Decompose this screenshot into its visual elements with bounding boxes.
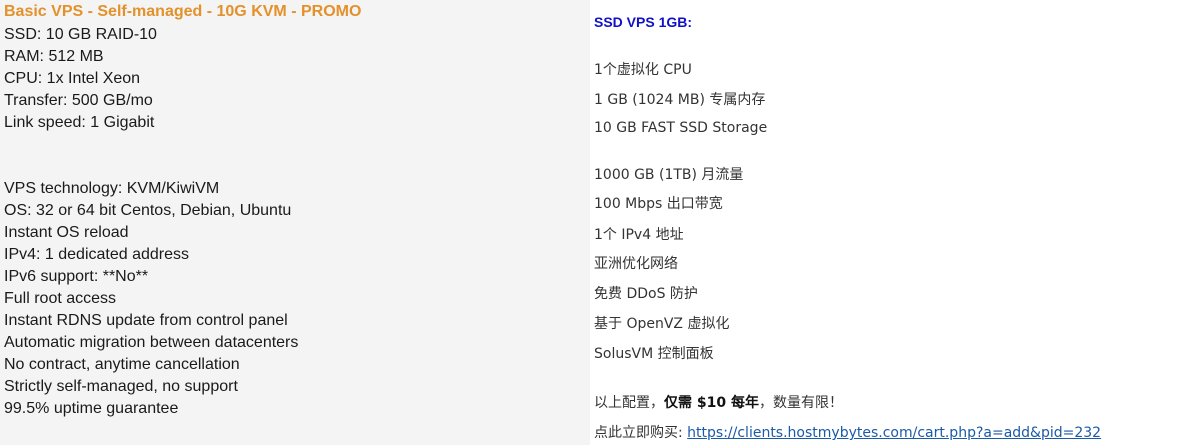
- feature-contract: No contract, anytime cancellation: [4, 356, 240, 373]
- feature-uptime: 99.5% uptime guarantee: [4, 400, 179, 417]
- promo-line: 以上配置，仅需 $10 每年，数量有限！: [594, 393, 843, 413]
- feature-os: OS: 32 or 64 bit Centos, Debian, Ubuntu: [4, 202, 292, 219]
- feature-migration: Automatic migration between datacenters: [4, 334, 299, 351]
- spec-ram-cn: 1 GB (1024 MB) 专属内存: [594, 92, 766, 108]
- right-panel: SSD VPS 1GB: 1个虚拟化 CPU 1 GB (1024 MB) 专属…: [590, 0, 1180, 445]
- buy-label: 点此立即购买:: [594, 425, 688, 441]
- plan-title-ssd-vps: SSD VPS 1GB:: [594, 14, 693, 30]
- feature-port-speed-cn: 100 Mbps 出口带宽: [594, 196, 723, 212]
- spec-storage-cn: 10 GB FAST SSD Storage: [594, 120, 768, 136]
- feature-bandwidth-cn: 1000 GB (1TB) 月流量: [594, 167, 744, 183]
- buy-link[interactable]: https://clients.hostmybytes.com/cart.php…: [687, 425, 1101, 441]
- promo-price: 仅需 $10 每年: [664, 395, 759, 411]
- spec-transfer: Transfer: 500 GB/mo: [4, 92, 153, 109]
- feature-openvz-cn: 基于 OpenVZ 虚拟化: [594, 316, 730, 332]
- feature-os-reload: Instant OS reload: [4, 224, 129, 241]
- plan-title-kiwivm: Basic VPS - Self-managed - 10G KVM - PRO…: [4, 3, 362, 20]
- feature-ipv6: IPv6 support: **No**: [4, 268, 149, 285]
- spec-cpu-cn: 1个虚拟化 CPU: [594, 62, 692, 78]
- buy-line: 点此立即购买: https://clients.hostmybytes.com/…: [594, 423, 1101, 443]
- promo-prefix: 以上配置，: [594, 395, 664, 411]
- promo-suffix: ，数量有限！: [758, 395, 843, 411]
- feature-ipv4: IPv4: 1 dedicated address: [4, 246, 190, 263]
- feature-support: Strictly self-managed, no support: [4, 378, 238, 395]
- spec-ssd: SSD: 10 GB RAID-10: [4, 26, 157, 43]
- feature-rdns: Instant RDNS update from control panel: [4, 312, 288, 329]
- feature-root-access: Full root access: [4, 290, 117, 307]
- feature-asia-network-cn: 亚洲优化网络: [594, 256, 678, 272]
- spec-cpu: CPU: 1x Intel Xeon: [4, 70, 141, 87]
- feature-ddos-cn: 免费 DDoS 防护: [594, 286, 698, 302]
- feature-ipv4-cn: 1个 IPv4 地址: [594, 227, 684, 243]
- left-panel: Basic VPS - Self-managed - 10G KVM - PRO…: [0, 0, 590, 445]
- spec-ram: RAM: 512 MB: [4, 48, 104, 65]
- feature-solusvm-cn: SolusVM 控制面板: [594, 346, 714, 362]
- feature-vps-technology: VPS technology: KVM/KiwiVM: [4, 180, 220, 197]
- spec-link-speed: Link speed: 1 Gigabit: [4, 114, 155, 131]
